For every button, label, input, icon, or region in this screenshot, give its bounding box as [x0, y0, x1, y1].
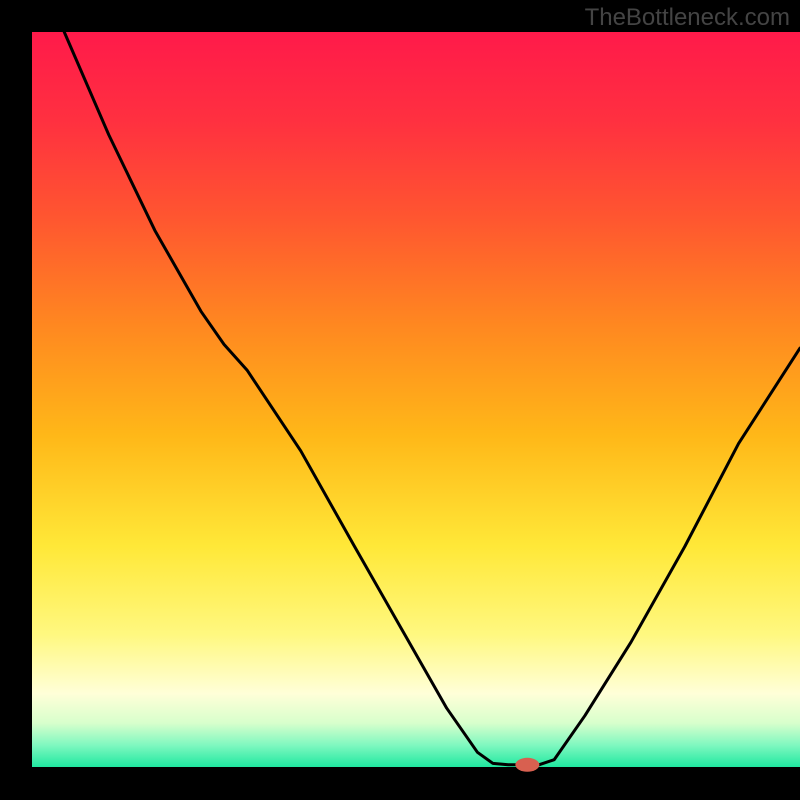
- bottom-border: [0, 767, 800, 800]
- watermark-text: TheBottleneck.com: [585, 4, 790, 32]
- chart-container: TheBottleneck.com: [0, 0, 800, 800]
- optimal-marker: [515, 758, 539, 772]
- bottleneck-chart: [0, 0, 800, 800]
